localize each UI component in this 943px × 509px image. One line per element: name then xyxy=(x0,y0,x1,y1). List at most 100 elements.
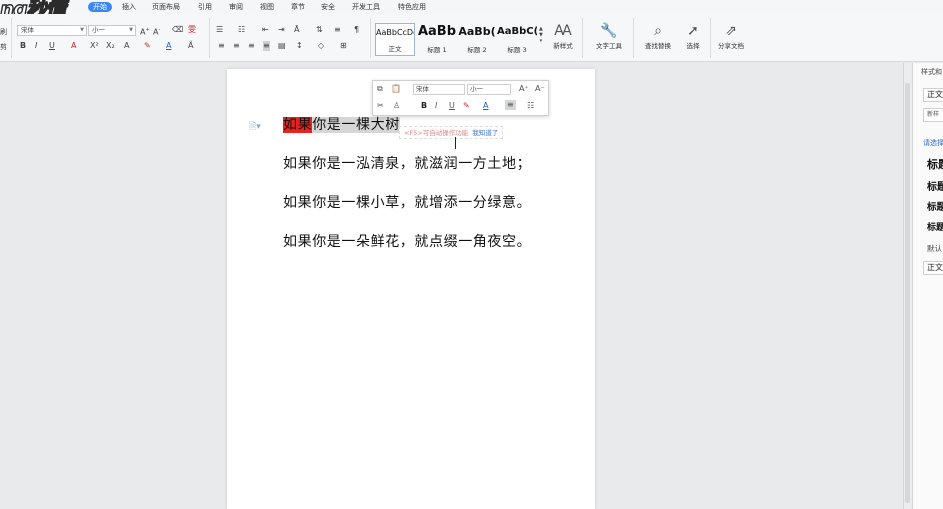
tab-view[interactable]: 视图 xyxy=(260,2,274,12)
tab-page-layout[interactable]: 页面布局 xyxy=(152,2,180,12)
underline-icon[interactable]: U xyxy=(49,41,55,51)
cut-icon[interactable]: ✂ xyxy=(377,101,384,111)
new-style-button[interactable]: 新样 xyxy=(923,108,943,122)
decrease-indent-icon[interactable]: ⇤ xyxy=(262,25,269,35)
style-heading-1[interactable]: AaBb 标题 1 xyxy=(417,23,457,56)
underline-icon[interactable]: U xyxy=(449,101,455,111)
shortcut-tip: <F5>可自动操作功能 我知道了 xyxy=(399,126,504,139)
format-painter-icon[interactable]: ♙ xyxy=(393,101,400,111)
default-style-label[interactable]: 默认 xyxy=(927,243,942,254)
chinese-layout-icon[interactable]: Ā xyxy=(294,25,299,35)
shading-icon[interactable]: ◇ xyxy=(318,41,324,51)
text-effect-icon[interactable]: A xyxy=(124,41,129,51)
phonetic-guide-icon[interactable]: 雯 xyxy=(188,25,196,35)
numbered-list-icon[interactable]: ☷ xyxy=(238,25,245,35)
text-tool-button[interactable]: 🔧 文字工具 xyxy=(590,22,628,50)
tip-text: <F5>可自动操作功能 xyxy=(404,129,469,137)
align-right-icon[interactable]: ≡ xyxy=(248,41,255,51)
subscript-icon[interactable]: X₂ xyxy=(106,41,115,51)
tab-chapter[interactable]: 章节 xyxy=(291,2,305,12)
paste-icon[interactable]: 📋 xyxy=(391,84,401,94)
style-heading-3[interactable]: AaBbC( 标题 3 xyxy=(497,23,537,56)
show-marks-icon[interactable]: ¶ xyxy=(354,25,359,35)
font-color-icon[interactable]: A xyxy=(166,41,171,51)
document-workspace: 🗎▾ 如果你是一棵大树 如果你是一泓清泉，就滋润一方土地； 如果你是一棵小草，就… xyxy=(0,63,910,509)
align-center-icon[interactable]: ≡ xyxy=(233,41,240,51)
paragraph-3[interactable]: 如果你是一棵小草，就增添一分绿意。 xyxy=(283,192,531,212)
mini-font-size-select[interactable]: 小一 xyxy=(467,84,511,95)
tab-review[interactable]: 审阅 xyxy=(229,2,243,12)
cut-partial-label[interactable]: 剪 xyxy=(0,42,7,52)
style-normal[interactable]: AaBbCcDd 正文 xyxy=(375,23,415,56)
shrink-font-icon[interactable]: A⁻ xyxy=(535,84,545,94)
italic-icon[interactable]: I xyxy=(35,41,37,51)
share-icon: ⇗ xyxy=(725,23,737,39)
paste-partial-label[interactable]: 刷 xyxy=(0,27,7,37)
current-style-box[interactable]: 正文 xyxy=(923,88,943,102)
borders-icon[interactable]: ⊞ xyxy=(340,41,347,51)
clear-format-icon[interactable]: ⌫ xyxy=(172,25,183,35)
copy-icon[interactable]: ⧉ xyxy=(377,84,383,94)
shrink-font-icon[interactable]: A- xyxy=(153,25,160,38)
highlight-icon[interactable]: ✎ xyxy=(463,101,470,111)
scrollbar-thumb[interactable] xyxy=(905,83,910,503)
tab-references[interactable]: 引用 xyxy=(198,2,212,12)
tab-insert[interactable]: 插入 xyxy=(122,2,136,12)
grow-font-icon[interactable]: A⁺ xyxy=(519,84,529,94)
style-heading-item[interactable]: 标题 xyxy=(927,156,943,172)
style-preview: AaBb xyxy=(417,24,457,39)
font-name-select[interactable]: 宋体 ▼ xyxy=(17,25,87,36)
paragraph-4[interactable]: 如果你是一朵鲜花，就点缀一角夜空。 xyxy=(283,231,531,251)
paragraph-handle-icon[interactable]: 🗎▾ xyxy=(249,119,261,135)
font-size-select[interactable]: 小一 ▼ xyxy=(88,25,136,36)
line-spacing-2-icon[interactable]: ↕ xyxy=(296,41,303,51)
font-color-icon[interactable]: A xyxy=(483,101,488,111)
paragraph-1[interactable]: 如果你是一棵大树 xyxy=(283,114,400,134)
char-border-icon[interactable]: Ä xyxy=(188,41,193,51)
grow-font-icon[interactable]: A+ xyxy=(140,25,150,38)
align-icon[interactable]: ≡ xyxy=(505,100,516,110)
sort-icon[interactable]: ⇅ xyxy=(316,25,323,35)
tab-home[interactable]: 开始 xyxy=(88,2,112,12)
chevron-down-icon: ▼ xyxy=(129,27,133,33)
style-heading-item[interactable]: 标题 xyxy=(927,220,943,233)
select-button[interactable]: ➚ 选择 xyxy=(681,22,705,50)
highlight-icon[interactable]: ✎ xyxy=(144,41,151,51)
new-style-button[interactable]: Ꜳ 新样式 xyxy=(548,22,578,50)
share-doc-button[interactable]: ⇗ 分享文档 xyxy=(715,22,747,50)
align-left-icon[interactable]: ≡ xyxy=(218,41,225,51)
tip-dismiss-link[interactable]: 我知道了 xyxy=(472,129,498,137)
style-heading-item[interactable]: 标题 xyxy=(927,199,943,213)
line-spacing-icon[interactable]: ≡ xyxy=(334,25,341,35)
distributed-icon[interactable]: ▤ xyxy=(278,41,286,51)
tab-developer[interactable]: 开发工具 xyxy=(352,2,380,12)
wrench-icon: 🔧 xyxy=(600,23,618,39)
tab-special-apps[interactable]: 特色应用 xyxy=(398,2,426,12)
italic-icon[interactable]: I xyxy=(435,101,437,111)
increase-indent-icon[interactable]: ⇥ xyxy=(278,25,285,35)
mini-font-name-value: 宋体 xyxy=(416,85,429,93)
mini-font-name-select[interactable]: 宋体 xyxy=(413,84,465,95)
superscript-icon[interactable]: X² xyxy=(90,41,99,51)
bold-icon[interactable]: B xyxy=(421,101,427,111)
share-doc-label: 分享文档 xyxy=(718,42,744,50)
styles-pane: 样式和 正文 新样 请选择 标题 标题 标题 标题 默认 正文 xyxy=(912,63,943,509)
bullet-list-icon[interactable]: ☰ xyxy=(216,25,223,35)
document-page[interactable]: 🗎▾ 如果你是一棵大树 如果你是一泓清泉，就滋润一方土地； 如果你是一棵小草，就… xyxy=(227,69,595,509)
body-style-box[interactable]: 正文 xyxy=(923,261,943,275)
bold-icon[interactable]: B xyxy=(20,41,26,51)
justify-icon[interactable]: ≡ xyxy=(263,41,270,51)
cursor-icon: ➚ xyxy=(687,23,699,39)
style-preview: AaBbC( xyxy=(497,26,537,37)
select-label: 选择 xyxy=(686,42,700,50)
tab-security[interactable]: 安全 xyxy=(321,2,335,12)
style-heading-item[interactable]: 标题 xyxy=(927,178,943,193)
styles-scroll-icon[interactable]: ▲ ▼ ▾ xyxy=(539,26,543,44)
paragraph-2[interactable]: 如果你是一泓清泉，就滋润一方土地； xyxy=(283,153,531,173)
strikethrough-icon[interactable]: A xyxy=(71,41,76,51)
list-icon[interactable]: ☷ xyxy=(527,101,534,111)
text-cursor xyxy=(455,137,456,149)
style-heading-2[interactable]: AaBb( 标题 2 xyxy=(457,23,497,56)
find-replace-button[interactable]: ⌕ 查找替换 xyxy=(640,22,676,50)
vertical-scrollbar[interactable] xyxy=(903,63,911,509)
